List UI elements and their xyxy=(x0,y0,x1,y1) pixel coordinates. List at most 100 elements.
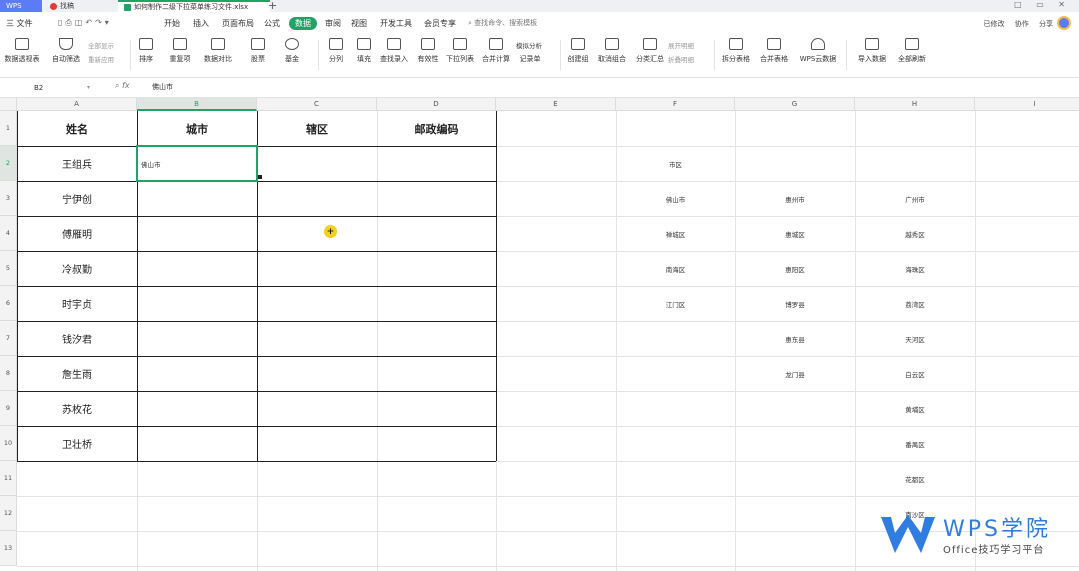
row-header-6[interactable]: 6 xyxy=(0,286,17,321)
refresh-all-button[interactable]: 全部刷新 xyxy=(890,38,934,64)
record-form-button[interactable]: 记录单 xyxy=(508,50,552,64)
menu-member[interactable]: 会员专享 xyxy=(424,18,456,29)
name-cell[interactable]: 时宇贞 xyxy=(17,286,137,321)
name-cell[interactable]: 冷叔勤 xyxy=(17,251,137,286)
name-cell[interactable]: 王组兵 xyxy=(17,146,137,181)
menu-developer[interactable]: 开发工具 xyxy=(380,18,412,29)
tab-wps-home[interactable]: WPS xyxy=(0,0,42,12)
column-header-i[interactable]: I xyxy=(975,98,1079,111)
button-label: 导入数据 xyxy=(850,54,894,64)
quick-access-icons[interactable]: ▯⎙◫↶↷▾ xyxy=(58,18,112,28)
list-cell-g[interactable]: 惠东县 xyxy=(735,321,855,356)
menu-review[interactable]: 审阅 xyxy=(325,18,341,29)
menu-home[interactable]: 开始 xyxy=(164,18,180,29)
tab-document-1[interactable]: 找稿 xyxy=(44,0,116,12)
collapse-detail-button[interactable]: 折叠明细 xyxy=(668,54,694,64)
list-cell-h[interactable]: 黄埔区 xyxy=(855,391,975,426)
button-label: 全部刷新 xyxy=(890,54,934,64)
pivot-table-button[interactable]: 数据透视表 xyxy=(0,38,44,64)
formula-icons[interactable]: ⌕ fx xyxy=(115,81,130,91)
row-header-7[interactable]: 7 xyxy=(0,321,17,356)
menu-data[interactable]: 数据 xyxy=(289,17,317,30)
import-data-button[interactable]: 导入数据 xyxy=(850,38,894,64)
list-cell-h[interactable]: 天河区 xyxy=(855,321,975,356)
row-header-1[interactable]: 1 xyxy=(0,111,17,146)
window-controls[interactable]: □ ▭ ✕ xyxy=(1014,0,1071,9)
avatar[interactable] xyxy=(1057,16,1071,30)
column-header-c[interactable]: C xyxy=(257,98,377,111)
subtotal-button[interactable]: 分类汇总 xyxy=(628,38,672,64)
what-if-analysis-button[interactable]: 模拟分析 xyxy=(516,40,542,50)
name-cell[interactable]: 卫壮桥 xyxy=(17,426,137,461)
column-header-f[interactable]: F xyxy=(616,98,735,111)
list-cell-f[interactable]: 南海区 xyxy=(616,251,735,286)
fund-button[interactable]: 基金 xyxy=(270,38,314,64)
fill-handle[interactable] xyxy=(258,175,262,179)
select-all-corner[interactable] xyxy=(0,98,17,111)
list-cell-h[interactable]: 广州市 xyxy=(855,181,975,216)
header-cell[interactable]: 城市 xyxy=(137,111,257,146)
list-cell-g[interactable]: 惠城区 xyxy=(735,216,855,251)
row-header-4[interactable]: 4 xyxy=(0,216,17,251)
menu-view[interactable]: 视图 xyxy=(351,18,367,29)
list-cell-g[interactable]: 惠阳区 xyxy=(735,251,855,286)
show-all-button[interactable]: 全部显示 xyxy=(88,40,114,50)
name-cell[interactable]: 傅雁明 xyxy=(17,216,137,251)
wps-cloud-data-button[interactable]: WPS云数据 xyxy=(796,38,840,64)
name-cell[interactable]: 詹生雨 xyxy=(17,356,137,391)
list-cell-h[interactable]: 越秀区 xyxy=(855,216,975,251)
reapply-button[interactable]: 重新应用 xyxy=(88,54,114,64)
list-cell-g[interactable]: 惠州市 xyxy=(735,181,855,216)
share-button[interactable]: 分享 xyxy=(1039,20,1053,28)
row-header-2[interactable]: 2 xyxy=(0,146,17,181)
list-cell-g[interactable]: 博罗县 xyxy=(735,286,855,321)
list-cell-h[interactable]: 番禺区 xyxy=(855,426,975,461)
row-header-5[interactable]: 5 xyxy=(0,251,17,286)
column-header-d[interactable]: D xyxy=(377,98,496,111)
expand-detail-button[interactable]: 展开明细 xyxy=(668,40,694,50)
list-cell-f[interactable]: 禅城区 xyxy=(616,216,735,251)
data-compare-button[interactable]: 数据对比 xyxy=(196,38,240,64)
menu-formulas[interactable]: 公式 xyxy=(264,18,280,29)
list-cell-g[interactable]: 龙门县 xyxy=(735,356,855,391)
list-cell-f[interactable]: 江门区 xyxy=(616,286,735,321)
gridline xyxy=(377,111,378,571)
search-placeholder: 查找命令、搜索模板 xyxy=(474,19,537,27)
spreadsheet-grid[interactable]: ABCDEFGHI12345678910111213姓名城市辖区邮政编码王组兵宁… xyxy=(0,98,1079,563)
column-header-h[interactable]: H xyxy=(855,98,975,111)
tab-active-workbook[interactable]: 如何制作二级下拉菜单练习文件.xlsx xyxy=(118,0,270,12)
formula-input[interactable]: 佛山市 xyxy=(152,82,173,92)
row-header-12[interactable]: 12 xyxy=(0,496,17,531)
command-search[interactable]: ⌕ 查找命令、搜索模板 xyxy=(468,18,537,28)
merge-tables-button[interactable]: 合并表格 xyxy=(752,38,796,64)
new-tab-button[interactable]: + xyxy=(268,0,277,12)
list-cell-h[interactable]: 白云区 xyxy=(855,356,975,391)
column-header-a[interactable]: A xyxy=(17,98,137,111)
row-header-9[interactable]: 9 xyxy=(0,391,17,426)
collaborate-button[interactable]: 协作 xyxy=(1015,20,1029,28)
menu-insert[interactable]: 插入 xyxy=(193,18,209,29)
name-cell[interactable]: 钱汐君 xyxy=(17,321,137,356)
header-cell[interactable]: 辖区 xyxy=(257,111,377,146)
row-header-10[interactable]: 10 xyxy=(0,426,17,461)
list-cell-h[interactable]: 花都区 xyxy=(855,461,975,496)
list-cell-h[interactable]: 荔湾区 xyxy=(855,286,975,321)
menu-page-layout[interactable]: 页面布局 xyxy=(222,18,254,29)
column-header-b[interactable]: B xyxy=(137,98,257,111)
name-cell[interactable]: 苏枚花 xyxy=(17,391,137,426)
row-header-13[interactable]: 13 xyxy=(0,531,17,566)
row-header-11[interactable]: 11 xyxy=(0,461,17,496)
column-header-e[interactable]: E xyxy=(496,98,616,111)
list-cell-f[interactable]: 市区 xyxy=(616,146,735,181)
menu-file[interactable]: 三 文件 xyxy=(6,18,33,29)
name-cell[interactable]: 宁伊创 xyxy=(17,181,137,216)
name-box[interactable]: B2▾ xyxy=(4,81,96,95)
header-cell[interactable]: 姓名 xyxy=(17,111,137,146)
list-cell-f[interactable]: 佛山市 xyxy=(616,181,735,216)
row-header-8[interactable]: 8 xyxy=(0,356,17,391)
header-cell[interactable]: 邮政编码 xyxy=(377,111,496,146)
column-header-g[interactable]: G xyxy=(735,98,855,111)
autofilter-button[interactable]: 自动筛选 xyxy=(44,38,88,64)
list-cell-h[interactable]: 海珠区 xyxy=(855,251,975,286)
row-header-3[interactable]: 3 xyxy=(0,181,17,216)
